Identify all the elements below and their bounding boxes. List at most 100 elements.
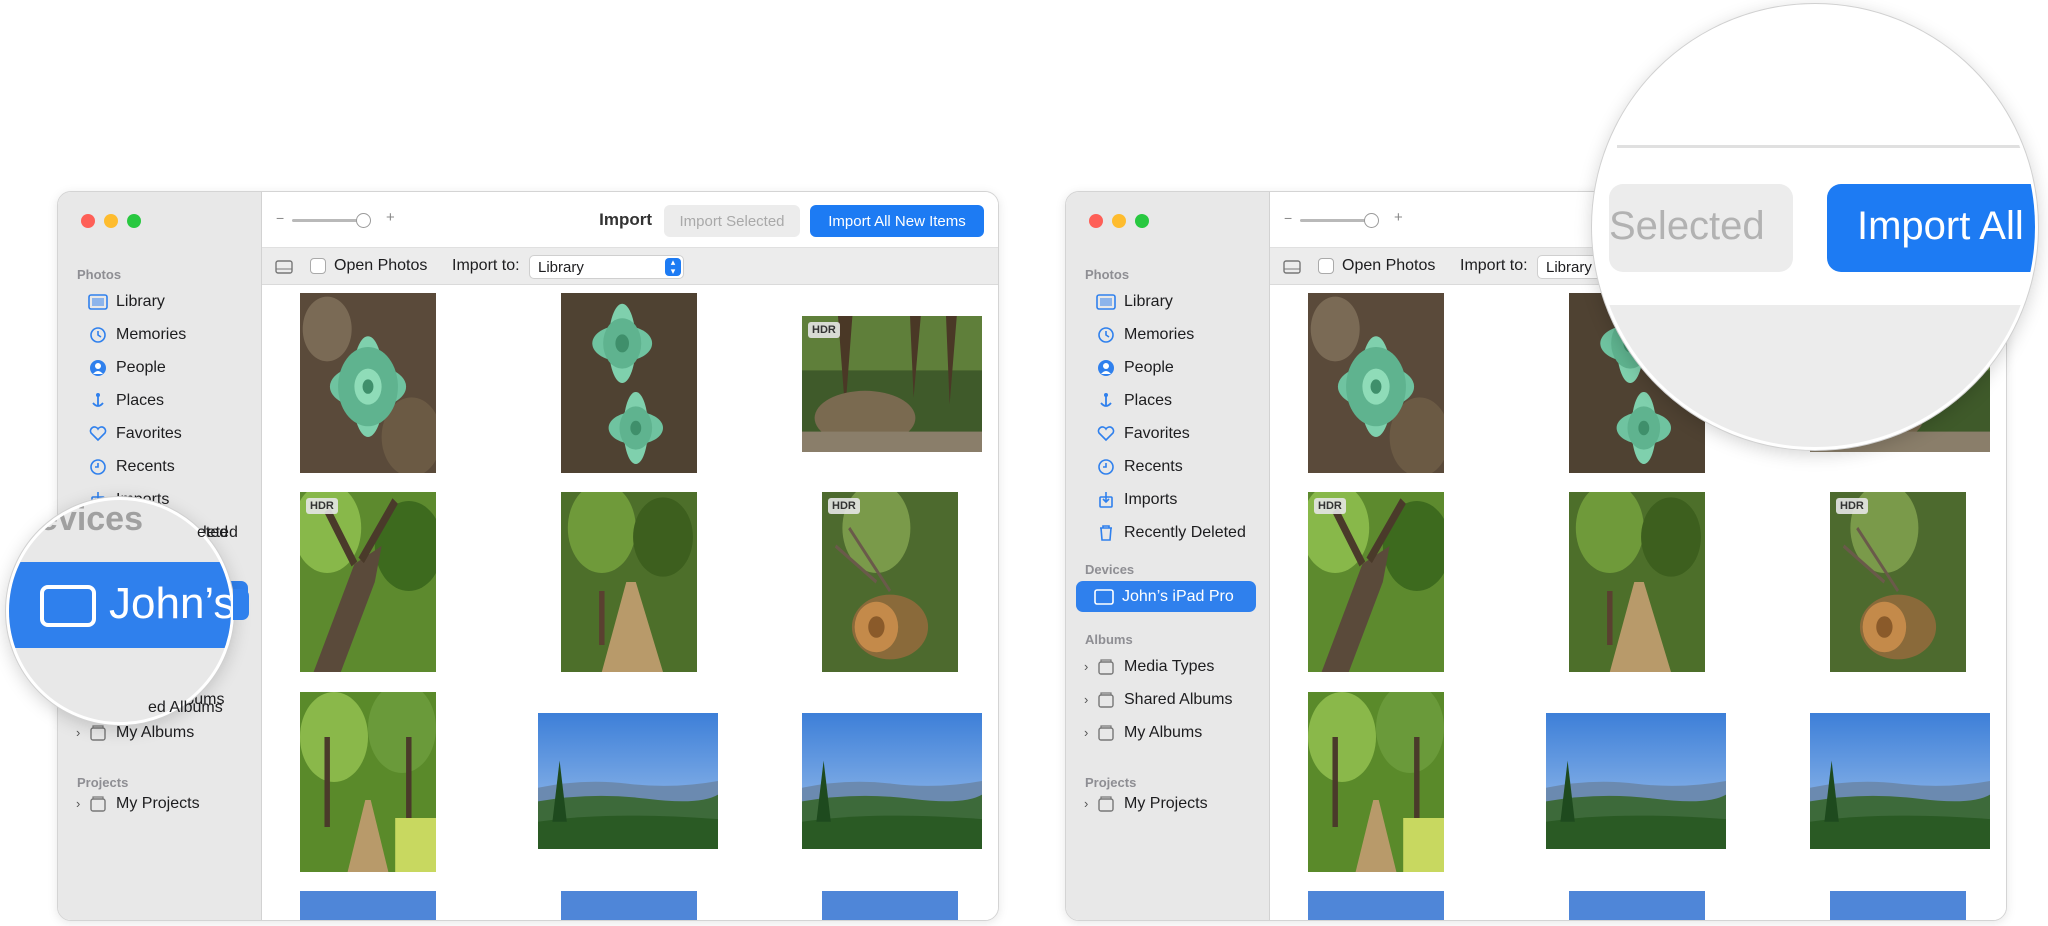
chevron-right-icon[interactable]: › [76,725,80,740]
sidebar-item-my-albums[interactable]: › My Albums [1076,717,1256,748]
sidebar-item-my-projects[interactable]: › My Projects [1076,788,1256,819]
sidebar-item-memories[interactable]: Memories [1076,319,1256,350]
photo-thumbnail[interactable]: HDR [300,492,436,672]
sidebar-item-places[interactable]: Places [68,385,248,416]
chevron-right-icon[interactable]: › [1084,725,1088,740]
zoom-in-icon: + [386,209,395,226]
photo-thumbnail[interactable] [1308,692,1444,872]
sidebar-item-label: John’s iPad Pro [1122,587,1234,605]
people-icon [88,358,108,378]
clock-icon [1096,457,1116,477]
open-photos-label: Open Photos [334,257,428,274]
slider-track [1300,219,1374,222]
sidebar-item-recently-deleted[interactable]: Recently Deleted [1076,517,1256,548]
memories-icon [88,325,108,345]
zoom-slider[interactable]: − + [276,209,396,229]
chevron-right-icon[interactable]: › [1084,659,1088,674]
hdr-badge: HDR [1314,498,1346,514]
device-item-edge [233,589,249,620]
heart-icon [1096,424,1116,444]
minimize-button[interactable] [104,214,118,228]
partial-recently-deleted: eted [197,524,229,541]
imports-icon [1096,490,1116,510]
sidebar-item-label: Memories [1124,325,1195,343]
sidebar-item-imports[interactable]: Imports [1076,484,1256,515]
close-button[interactable] [81,214,95,228]
zoom-button[interactable] [127,214,141,228]
slider-knob[interactable] [1364,213,1379,228]
slider-knob[interactable] [356,213,371,228]
zoomed-import-selected-button[interactable]: Selected [1609,184,1793,272]
photo-thumbnail[interactable] [300,293,436,473]
sidebar-item-label: Places [116,391,165,409]
ipad-icon [1094,587,1114,607]
open-photos-checkbox[interactable] [1318,258,1334,274]
photo-thumbnail[interactable] [1569,891,1705,920]
sidebar-item-label: Imports [1124,490,1178,508]
people-icon [1096,358,1116,378]
heart-icon [88,424,108,444]
photo-thumbnail[interactable] [561,891,697,920]
sidebar-item-label: My Albums [116,723,195,741]
photo-thumbnail[interactable] [561,492,697,672]
section-devices: Devices [1085,562,1135,577]
chevron-right-icon[interactable]: › [1084,796,1088,811]
close-button[interactable] [1089,214,1103,228]
sidebar-item-library[interactable]: Library [68,286,248,317]
sidebar-item-favorites[interactable]: Favorites [68,418,248,449]
photo-thumbnail[interactable]: HDR [1830,492,1966,672]
photo-thumbnail[interactable]: HDR [822,492,958,672]
photo-thumbnail[interactable] [1569,492,1705,672]
photo-thumbnail[interactable] [822,891,958,920]
minimize-button[interactable] [1112,214,1126,228]
traffic-lights [1089,214,1149,228]
folder-icon [1096,690,1116,710]
folder-icon [1096,794,1116,814]
photo-thumbnail[interactable] [538,713,718,849]
sidebar-item-shared-albums[interactable]: › Shared Albums [1076,684,1256,715]
photo-thumbnail[interactable]: HDR [802,316,982,452]
sidebar-item-library[interactable]: Library [1076,286,1256,317]
photo-thumbnail[interactable] [1308,293,1444,473]
zoomed-import-all-button[interactable]: Import All [1827,184,2035,272]
photo-thumbnail[interactable] [1546,713,1726,849]
partial-shared-albums: ed Albums [148,699,223,716]
photo-thumbnail[interactable] [300,692,436,872]
folder-icon [1096,657,1116,677]
sidebar-item-people[interactable]: People [1076,352,1256,383]
sidebar-item-device[interactable]: John’s iPad Pro [1076,581,1256,612]
hdr-badge: HDR [808,322,840,338]
sidebar-item-people[interactable]: People [68,352,248,383]
photo-thumbnail[interactable]: HDR [1308,492,1444,672]
zoom-slider[interactable]: − + [1284,209,1404,229]
sidebar-item-media-types[interactable]: › Media Types [1076,651,1256,682]
photo-thumbnail[interactable] [1810,713,1990,849]
sidebar-item-recents[interactable]: Recents [1076,451,1256,482]
open-photos-checkbox[interactable] [310,258,326,274]
import-to-label: Import to: [1460,257,1528,274]
import-to-select[interactable]: Library ▴ ▾ [529,255,684,279]
photo-thumbnail[interactable] [802,713,982,849]
hdr-badge: HDR [1836,498,1868,514]
sidebar-item-favorites[interactable]: Favorites [1076,418,1256,449]
chevron-right-icon[interactable]: › [1084,692,1088,707]
sidebar-item-places[interactable]: Places [1076,385,1256,416]
sidebar-item-my-projects[interactable]: › My Projects [68,788,248,819]
photo-thumbnail[interactable] [561,293,697,473]
photo-thumbnail[interactable] [300,891,436,920]
zoom-button[interactable] [1135,214,1149,228]
folder-icon [88,723,108,743]
sidebar-item-label: Shared Albums [1124,690,1233,708]
import-selected-button[interactable]: Import Selected [664,205,800,237]
chevron-right-icon[interactable]: › [76,796,80,811]
trash-icon [1096,523,1116,543]
sidebar-item-recents[interactable]: Recents [68,451,248,482]
magnifier-buttons: Selected Import All [1592,4,2038,450]
import-all-button[interactable]: Import All New Items [810,205,984,237]
photo-thumbnail[interactable] [1308,891,1444,920]
zoomed-device-item[interactable]: John’s [9,562,231,648]
toolbar: − + Import Import Selected Import All Ne… [262,192,998,248]
photo-thumbnail[interactable] [1830,891,1966,920]
sidebar-item-memories[interactable]: Memories [68,319,248,350]
places-icon [1096,391,1116,411]
